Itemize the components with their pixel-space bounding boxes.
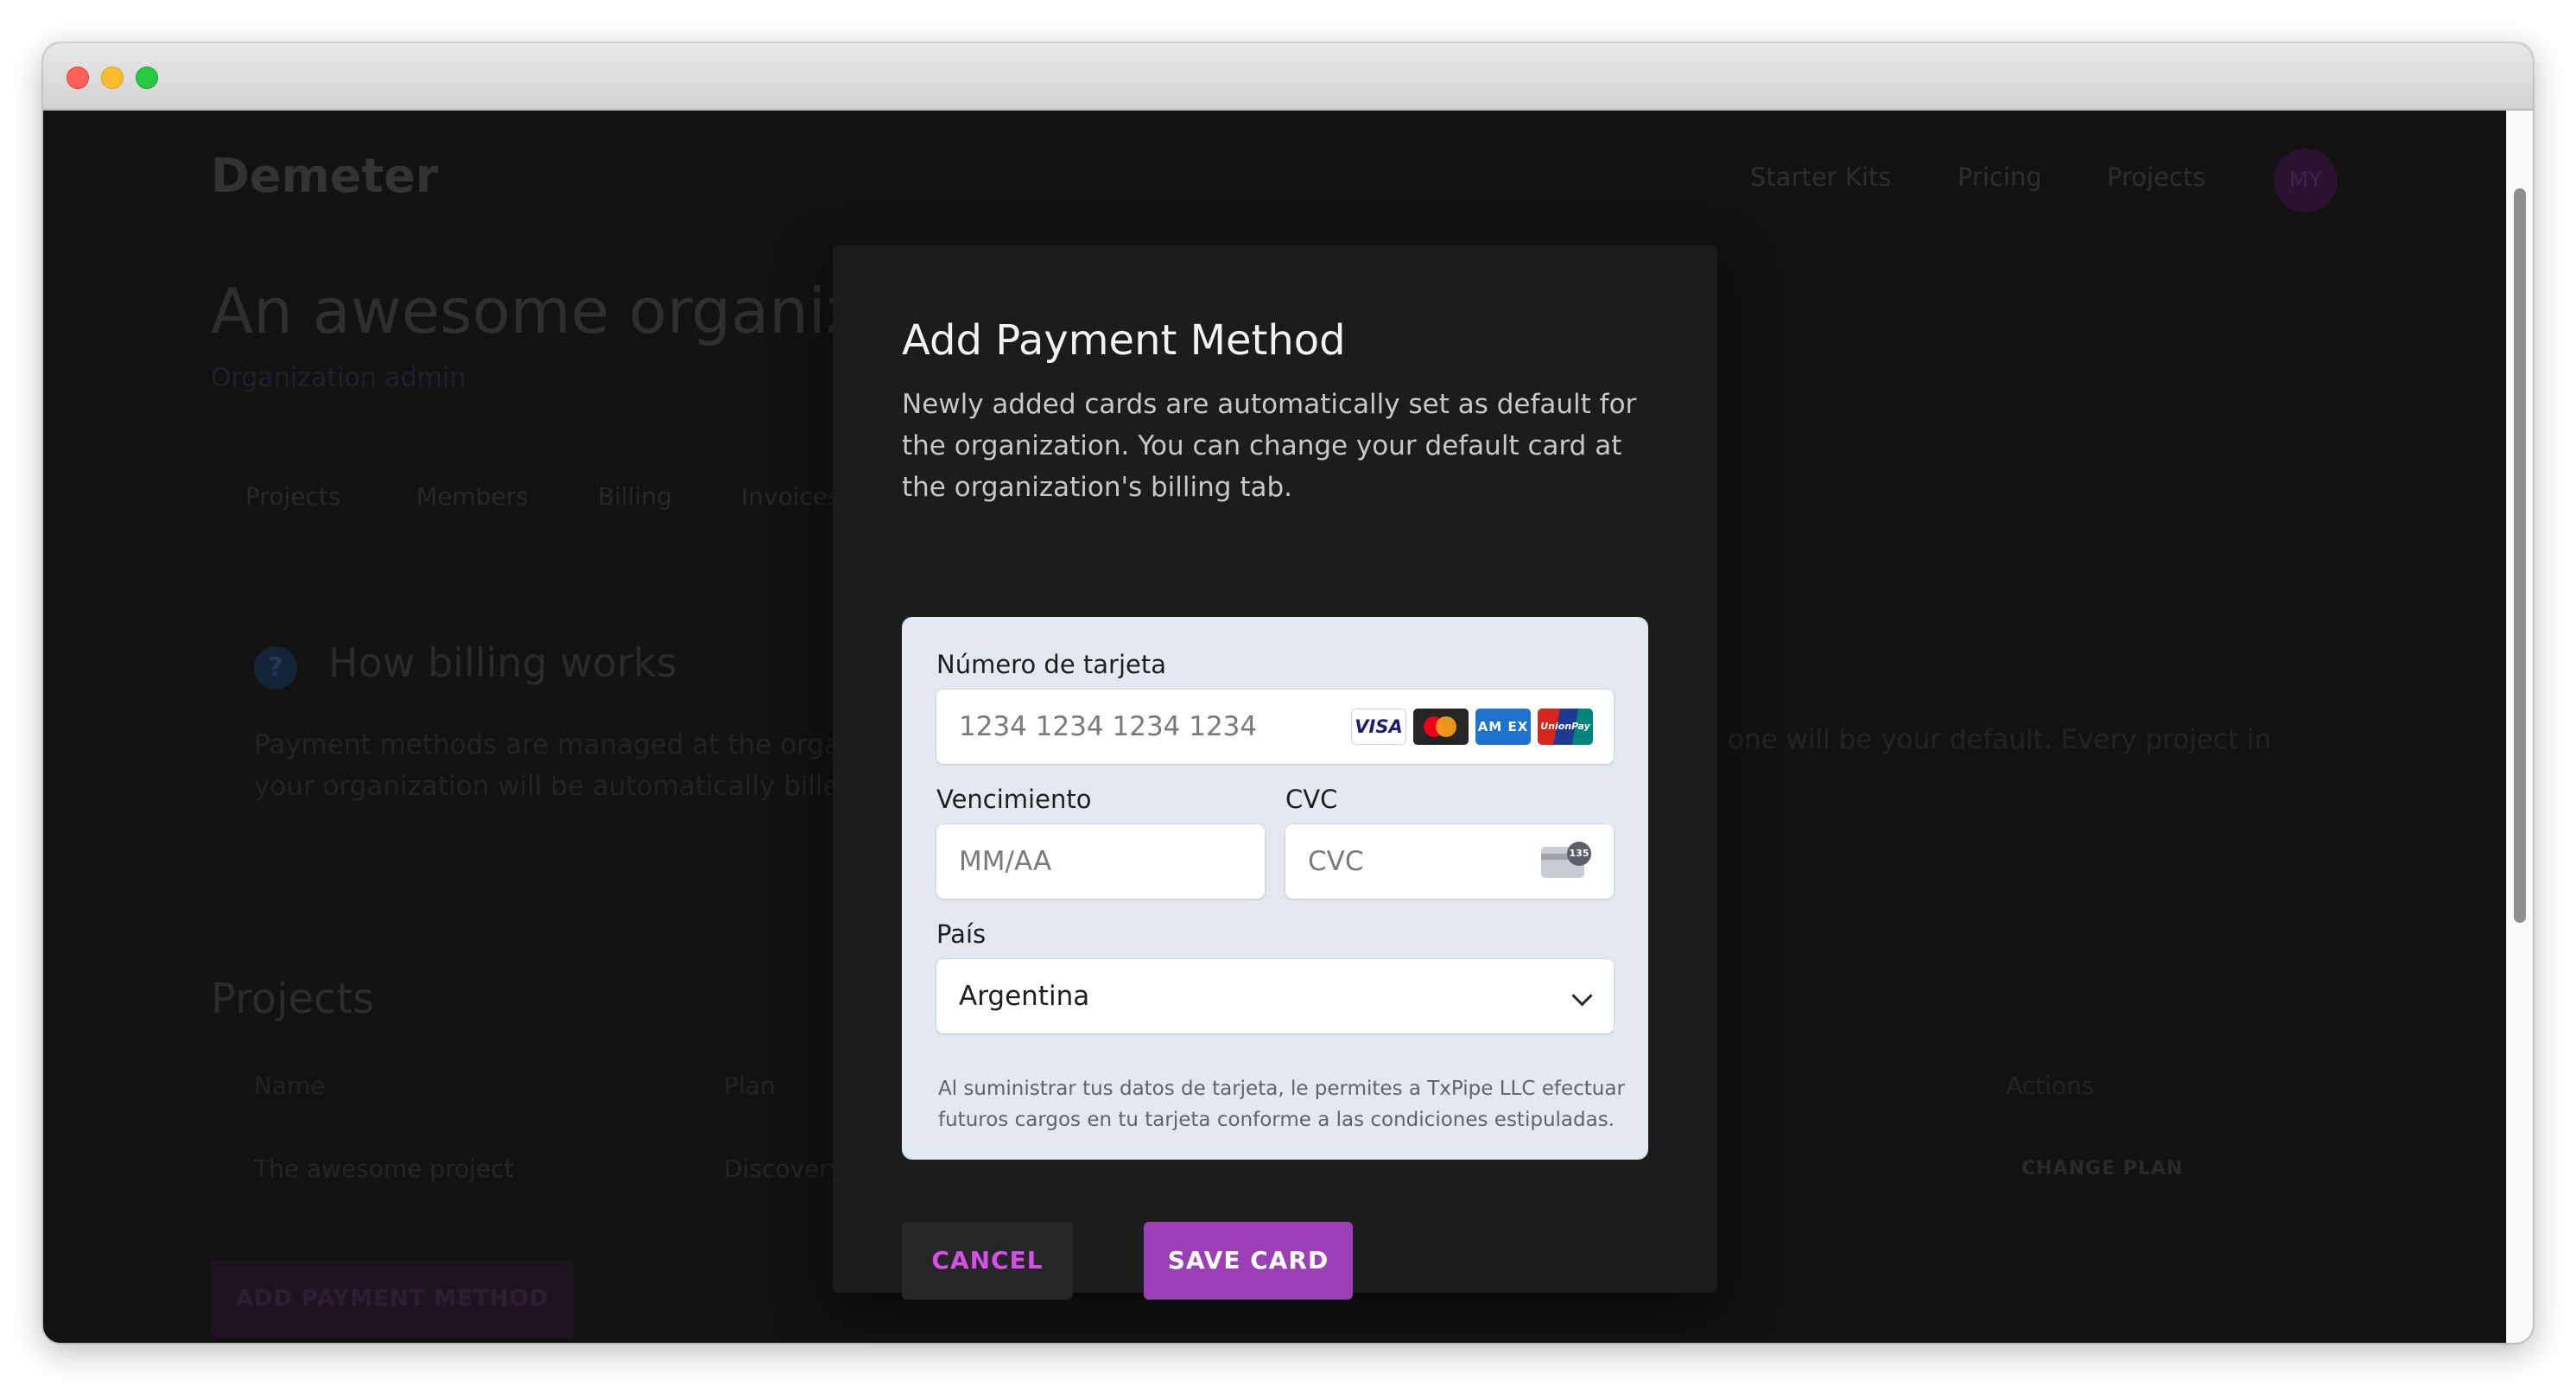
- add-payment-modal: Add Payment Method Newly added cards are…: [833, 245, 1717, 1300]
- card-form: Número de tarjeta 1234 1234 1234 1234 VI…: [902, 617, 1648, 1160]
- browser-window: Demeter Starter Kits Pricing Projects MY…: [43, 43, 2533, 1343]
- tab-billing[interactable]: Billing: [598, 482, 672, 511]
- card-number-placeholder: 1234 1234 1234 1234: [959, 711, 1258, 742]
- tab-invoices[interactable]: Invoices: [741, 482, 841, 511]
- close-window-button[interactable]: [67, 67, 89, 89]
- expiry-placeholder: MM/AA: [959, 846, 1052, 877]
- table-cell-name: The awesome project: [254, 1154, 514, 1183]
- save-card-button[interactable]: SAVE CARD: [1144, 1222, 1353, 1300]
- column-header-plan: Plan: [724, 1071, 776, 1100]
- help-icon: ?: [254, 646, 297, 690]
- help-text-line2: your organization will be automatically …: [254, 771, 857, 802]
- column-header-name: Name: [254, 1071, 326, 1100]
- cvc-label: CVC: [1285, 785, 1338, 814]
- avatar[interactable]: MY: [2274, 149, 2338, 213]
- help-text-right: one will be your default. Every project …: [1728, 724, 2272, 755]
- cvc-badge: 135: [1567, 842, 1591, 866]
- modal-title: Add Payment Method: [902, 316, 1346, 365]
- page-subtitle: Organization admin: [211, 363, 466, 393]
- amex-icon: AM EX: [1475, 709, 1531, 745]
- projects-title: Projects: [211, 975, 375, 1023]
- page-content: Demeter Starter Kits Pricing Projects MY…: [43, 111, 2507, 1343]
- tab-projects[interactable]: Projects: [245, 482, 340, 511]
- unionpay-icon: UnionPay: [1538, 709, 1593, 745]
- chevron-down-icon: [1571, 985, 1593, 1007]
- minimize-window-button[interactable]: [101, 67, 124, 89]
- modal-description: Newly added cards are automatically set …: [902, 389, 1637, 503]
- country-select[interactable]: Argentina: [936, 959, 1614, 1033]
- country-value: Argentina: [959, 981, 1090, 1012]
- cvc-input[interactable]: CVC 135: [1285, 824, 1614, 899]
- nav-starter-kits[interactable]: Starter Kits: [1750, 162, 1891, 192]
- country-label: País: [936, 919, 987, 949]
- table-cell-plan: Discovery: [724, 1154, 844, 1183]
- card-brand-logos: VISA AM EX UnionPay: [1351, 709, 1593, 745]
- brand-logo[interactable]: Demeter: [211, 149, 438, 203]
- mastercard-icon: [1413, 709, 1469, 745]
- column-header-actions: Actions: [2006, 1071, 2095, 1100]
- scrollbar-thumb[interactable]: [2514, 188, 2526, 923]
- cvc-card-icon: 135: [1541, 842, 1591, 880]
- window-titlebar: [43, 43, 2533, 111]
- card-number-label: Número de tarjeta: [936, 650, 1166, 679]
- visa-icon: VISA: [1351, 709, 1406, 745]
- zoom-window-button[interactable]: [136, 67, 158, 89]
- tab-members[interactable]: Members: [416, 482, 529, 511]
- add-payment-method-button[interactable]: ADD PAYMENT METHOD: [211, 1260, 574, 1338]
- cvc-placeholder: CVC: [1308, 846, 1364, 877]
- nav-projects[interactable]: Projects: [2107, 162, 2205, 192]
- card-number-input[interactable]: 1234 1234 1234 1234 VISA AM EX UnionPay: [936, 690, 1614, 764]
- expiry-input[interactable]: MM/AA: [936, 824, 1265, 899]
- scrollbar[interactable]: [2506, 111, 2533, 1343]
- expiry-label: Vencimiento: [936, 785, 1092, 814]
- terms-text: Al suministrar tus datos de tarjeta, le …: [938, 1078, 1625, 1131]
- help-title: How billing works: [328, 639, 677, 686]
- nav-pricing[interactable]: Pricing: [1957, 162, 2042, 192]
- cancel-button[interactable]: CANCEL: [902, 1222, 1073, 1300]
- change-plan-button[interactable]: CHANGE PLAN: [2021, 1158, 2183, 1179]
